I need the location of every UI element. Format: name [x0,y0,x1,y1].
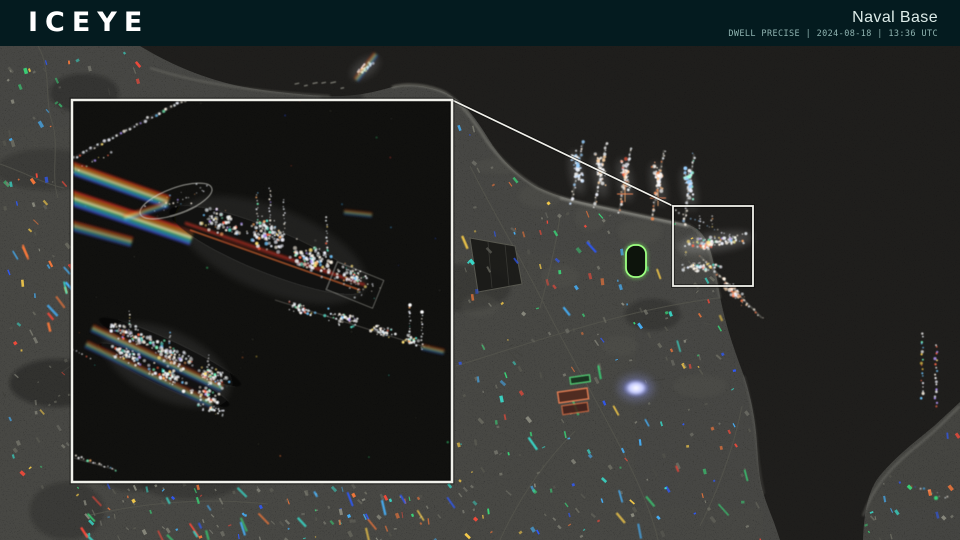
header-bar: ICEYE Naval Base DWELL PRECISE | 2024-08… [0,0,960,46]
iceye-sar-report: ICEYE Naval Base DWELL PRECISE | 2024-08… [0,0,960,540]
sar-image [0,46,960,540]
sar-scene-canvas [0,46,960,540]
header-info: Naval Base DWELL PRECISE | 2024-08-18 | … [728,7,938,39]
iceye-logo: ICEYE [28,0,149,46]
inset-ship-imagery [64,97,453,482]
capture-metadata: DWELL PRECISE | 2024-08-18 | 13:36 UTC [728,29,938,39]
bright-building [618,375,654,401]
magnifier-inset [64,97,453,482]
green-stadium [626,245,646,277]
fortification [470,238,522,292]
page-title: Naval Base [728,9,938,27]
